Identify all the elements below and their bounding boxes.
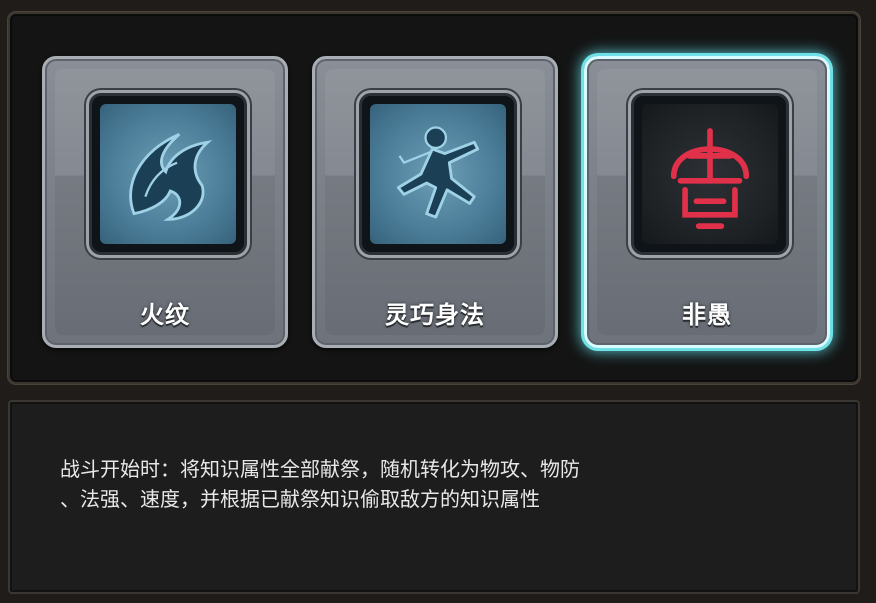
skill-select-screen: 火纹 灵巧身法 非愚 战斗开始时：将知识属性全部献祭，随机转化为物攻、物防 、法…	[0, 0, 876, 603]
flame-swirl-icon	[100, 104, 236, 244]
red-rune-icon	[642, 104, 778, 244]
skill-card-not-foolish[interactable]: 非愚	[584, 56, 830, 348]
skill-description-panel: 战斗开始时：将知识属性全部献祭，随机转化为物攻、物防 、法强、速度，并根据已献祭…	[8, 400, 860, 594]
skill-card-label: 灵巧身法	[385, 301, 485, 329]
skill-icon-frame	[359, 93, 517, 255]
leaping-figure-icon	[370, 104, 506, 244]
skill-card-label: 非愚	[682, 301, 732, 329]
skill-icon-frame	[631, 93, 789, 255]
skill-card-fire-pattern[interactable]: 火纹	[42, 56, 288, 348]
skill-options-panel: 火纹 灵巧身法 非愚	[8, 12, 860, 384]
skill-icon-frame	[89, 93, 247, 255]
skill-card-nimble-footwork[interactable]: 灵巧身法	[312, 56, 558, 348]
skill-card-label: 火纹	[140, 301, 190, 329]
skill-description-text: 战斗开始时：将知识属性全部献祭，随机转化为物攻、物防 、法强、速度，并根据已献祭…	[60, 457, 580, 511]
